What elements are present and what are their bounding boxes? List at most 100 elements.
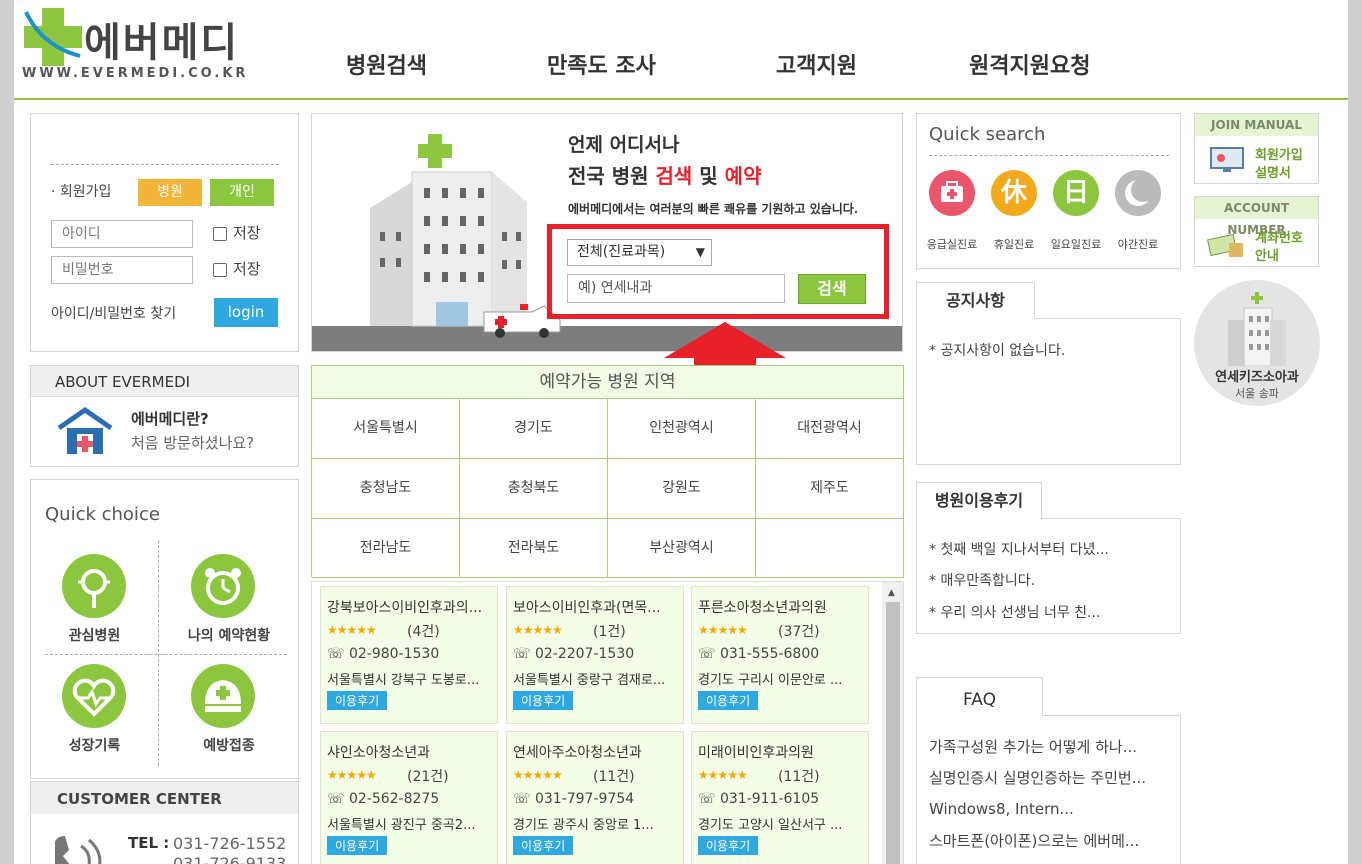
review-count: (11건) — [778, 769, 820, 785]
faq-item[interactable]: 스마트폰(아이폰)으로는 에버메... — [929, 830, 1139, 851]
reviews-box: * 첫째 백일 지나서부터 다녔... * 매우만족합니다. * 우리 의사 선… — [916, 518, 1181, 634]
join-manual-banner[interactable]: JOIN MANUAL 회원가입 설명서 — [1194, 113, 1319, 184]
logo-cross-icon[interactable] — [22, 6, 84, 68]
tab-faq[interactable]: FAQ — [916, 677, 1043, 716]
region-gyeonggi[interactable]: 경기도 — [460, 399, 608, 459]
monitor-icon — [1209, 146, 1245, 174]
review-button[interactable]: 이용후기 — [513, 836, 574, 855]
save-password-checkbox[interactable] — [213, 263, 227, 277]
heart-icon[interactable] — [62, 664, 126, 728]
find-id-password-link[interactable]: 아이디/비밀번호 찾기 — [51, 303, 176, 323]
hospital-address: 서울특별시 강북구 도봉로... — [327, 673, 480, 688]
password-input[interactable]: 비밀번호 — [51, 256, 193, 284]
nav-customer-support[interactable]: 고객지원 — [776, 48, 857, 80]
quick-search-night-label[interactable]: 야간진료 — [1107, 236, 1169, 252]
hospital-card[interactable]: 연세아주소아청소년과 ★★★★★ (11건) ☏ 031-797-9754 경기… — [506, 731, 684, 864]
region-chungnam[interactable]: 충청남도 — [312, 459, 460, 519]
hospital-name[interactable]: 미래이비인후과의원 — [698, 742, 866, 762]
hospital-address: 경기도 고양시 일산서구 ... — [698, 818, 843, 833]
holiday-icon[interactable]: 休 — [991, 170, 1037, 216]
about-heading: 에버메디란? — [131, 410, 209, 428]
login-button[interactable]: login — [214, 298, 278, 327]
nurse-cap-icon[interactable] — [191, 664, 255, 728]
review-count: (21건) — [407, 769, 449, 785]
hospital-card[interactable]: 보아스이비인후과(면목... ★★★★★ (1건) ☏ 02-2207-1530… — [506, 586, 684, 724]
review-item[interactable]: * 우리 의사 선생님 너무 친... — [929, 602, 1100, 622]
hospital-card[interactable]: 강북보아스이비인후과의... ★★★★★ (4건) ☏ 02-980-1530 … — [320, 586, 498, 724]
review-button[interactable]: 이용후기 — [513, 691, 574, 710]
join-personal-button[interactable]: 개인 — [210, 179, 274, 206]
quick-choice-growth-label[interactable]: 성장기록 — [31, 735, 158, 755]
region-jeonbuk[interactable]: 전라북도 — [460, 519, 608, 578]
page: 에버메디 WWW.EVERMEDI.CO.KR 병원검색 만족도 조사 고객지원… — [14, 0, 1348, 864]
tab-hospital-reviews[interactable]: 병원이용후기 — [916, 482, 1042, 519]
quick-search-title: Quick search — [929, 124, 1046, 145]
nav-satisfaction-survey[interactable]: 만족도 조사 — [547, 48, 656, 80]
faq-item[interactable]: 가족구성원 추가는 어떻게 하나... — [929, 736, 1137, 757]
faq-item[interactable]: 실명인증시 실명인증하는 주민번... — [929, 767, 1146, 788]
night-moon-icon[interactable] — [1115, 170, 1161, 216]
hospital-name[interactable]: 강북보아스이비인후과의... — [327, 597, 495, 617]
scrollbar-thumb[interactable] — [886, 602, 900, 864]
hospital-search-input[interactable]: 예) 연세내과 — [567, 274, 785, 303]
join-manual-title: JOIN MANUAL — [1195, 114, 1318, 136]
region-seoul[interactable]: 서울특별시 — [312, 399, 460, 459]
sunday-icon[interactable]: 日 — [1053, 170, 1099, 216]
faq-item[interactable]: Windows8, Intern... — [929, 800, 1074, 818]
alarm-clock-icon[interactable] — [191, 554, 255, 618]
favorite-hospital-icon[interactable] — [62, 554, 126, 618]
region-incheon[interactable]: 인천광역시 — [608, 399, 756, 459]
region-jeonnam[interactable]: 전라남도 — [312, 519, 460, 578]
tel-number-1: 031-726-1552 — [173, 834, 287, 853]
tel-number-2: 031-726-9133 — [173, 854, 287, 864]
region-busan[interactable]: 부산광역시 — [608, 519, 756, 578]
logo-text[interactable]: 에버메디 — [84, 10, 239, 68]
region-gangwon[interactable]: 강원도 — [608, 459, 756, 519]
quick-choice-vaccination-label[interactable]: 예방접종 — [158, 735, 300, 755]
banner-line1: 언제 어디서나 — [568, 134, 680, 156]
emergency-icon[interactable] — [929, 170, 975, 216]
tab-notice[interactable]: 공지사항 — [916, 282, 1035, 319]
logo-url: WWW.EVERMEDI.CO.KR — [22, 66, 249, 81]
hospital-name[interactable]: 푸른소아청소년과의원 — [698, 597, 866, 617]
review-button[interactable]: 이용후기 — [327, 691, 388, 710]
save-id-label: 저장 — [233, 224, 261, 242]
quick-search-emergency-label[interactable]: 응급실진료 — [921, 236, 983, 252]
hospital-card[interactable]: 미래이비인후과의원 ★★★★★ (11건) ☏ 031-911-6105 경기도… — [691, 731, 869, 864]
id-input[interactable]: 아이디 — [51, 220, 193, 248]
department-select[interactable]: 전체(진료과목) ▼ — [567, 239, 712, 266]
banner-line3: 에버메디에서는 여러분의 빠른 쾌유를 기원하고 있습니다. — [568, 202, 859, 216]
account-number-banner[interactable]: ACCOUNT NUMBER 계좌번호 안내 — [1194, 196, 1319, 267]
hospital-name[interactable]: 연세아주소아청소년과 — [513, 742, 681, 762]
review-button[interactable]: 이용후기 — [698, 836, 759, 855]
about-box[interactable]: ABOUT EVERMEDI 에버메디란? 처음 방문하셨나요? — [30, 365, 299, 467]
region-chungbuk[interactable]: 충청북도 — [460, 459, 608, 519]
scroll-up-icon[interactable]: ▲ — [888, 588, 895, 598]
quick-search-sunday-label[interactable]: 일요일진료 — [1045, 236, 1107, 252]
region-daejeon[interactable]: 대전광역시 — [756, 399, 904, 459]
review-button[interactable]: 이용후기 — [327, 836, 388, 855]
join-hospital-button[interactable]: 병원 — [138, 179, 202, 206]
hospital-name[interactable]: 샤인소아청소년과 — [327, 742, 495, 762]
review-item[interactable]: * 첫째 백일 지나서부터 다녔... — [929, 539, 1109, 559]
hospital-phone: ☏ 031-555-6800 — [698, 646, 820, 662]
hospital-name[interactable]: 보아스이비인후과(면목... — [513, 597, 681, 617]
quick-search-holiday-label[interactable]: 휴일진료 — [983, 236, 1045, 252]
nav-hospital-search[interactable]: 병원검색 — [346, 48, 427, 80]
hospital-card[interactable]: 푸른소아청소년과의원 ★★★★★ (37건) ☏ 031-555-6800 경기… — [691, 586, 869, 724]
featured-clinic-banner[interactable]: 연세키즈소아과 서울 송파 — [1194, 280, 1320, 406]
review-button[interactable]: 이용후기 — [698, 691, 759, 710]
save-password-label: 저장 — [233, 260, 261, 278]
nav-remote-support[interactable]: 원격지원요청 — [969, 48, 1090, 80]
review-item[interactable]: * 매우만족합니다. — [929, 570, 1035, 590]
banner-line2: 전국 병원 검색 및 예약 — [568, 164, 762, 188]
hospital-list-scrollbar[interactable]: ▲ — [882, 582, 903, 864]
search-button[interactable]: 검색 — [798, 274, 866, 304]
save-id-checkbox[interactable] — [213, 227, 227, 241]
quick-choice-favorite-label[interactable]: 관심병원 — [31, 625, 158, 645]
account-number-text1: 계좌번호 — [1255, 231, 1303, 246]
quick-choice-reservation-label[interactable]: 나의 예약현황 — [158, 625, 300, 645]
hospital-card[interactable]: 샤인소아청소년과 ★★★★★ (21건) ☏ 02-562-8275 서울특별시… — [320, 731, 498, 864]
region-jeju[interactable]: 제주도 — [756, 459, 904, 519]
about-title: ABOUT EVERMEDI — [55, 373, 191, 391]
